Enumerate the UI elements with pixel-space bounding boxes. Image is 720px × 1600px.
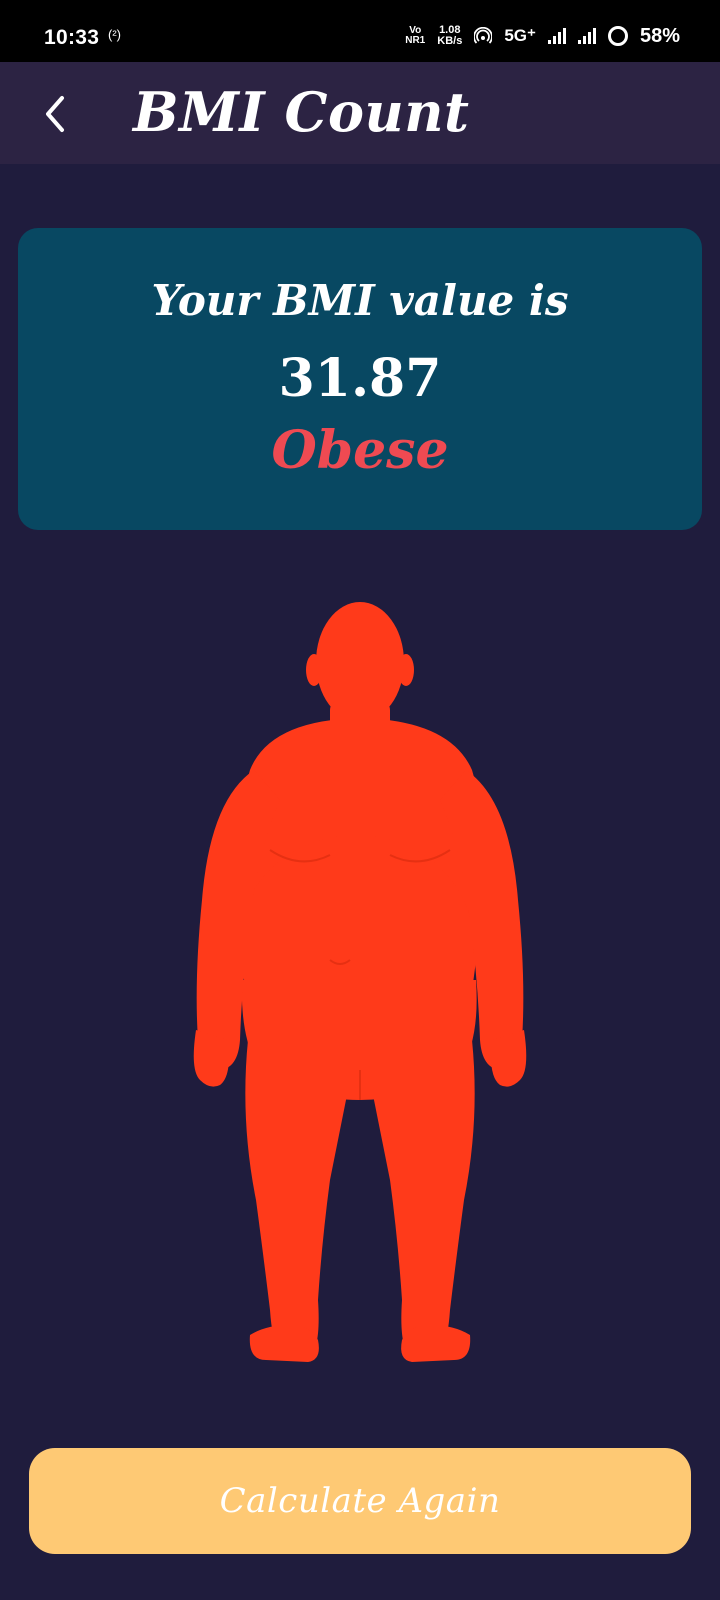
network-speed: 1.08 KB/s: [437, 25, 462, 47]
network-type: 5G⁺: [504, 26, 536, 45]
status-indicators: Vo NR1 1.08 KB/s 5G⁺ 58%: [405, 22, 680, 50]
bmi-result-screen: 10:33 (²) Vo NR1 1.08 KB/s 5G⁺ 58% BMI C…: [0, 0, 720, 1600]
status-bar: 10:33 (²) Vo NR1 1.08 KB/s 5G⁺ 58%: [0, 0, 720, 62]
bmi-result-card: Your BMI value is 31.87 Obese: [18, 228, 702, 530]
status-time: 10:33: [44, 26, 100, 49]
bmi-value: 31.87: [278, 348, 442, 409]
bmi-category: Obese: [271, 420, 449, 481]
volte-bottom: NR1: [405, 35, 426, 46]
battery-percent: 58%: [639, 24, 680, 47]
volte-indicator: Vo NR1: [405, 26, 425, 46]
bmi-result-label: Your BMI value is: [151, 276, 569, 325]
battery-icon: [607, 26, 628, 46]
back-button[interactable]: [30, 84, 90, 144]
body-figure: [180, 600, 540, 1390]
chevron-left-icon: [46, 96, 64, 132]
speed-unit: KB/s: [437, 35, 463, 47]
signal-icon-2: [577, 28, 596, 44]
page-title: BMI Count: [133, 80, 470, 144]
signal-icon: [547, 28, 566, 44]
hotspot-icon: [474, 27, 493, 44]
app-bar: BMI Count: [0, 62, 720, 164]
calculate-again-button[interactable]: Calculate Again: [29, 1448, 691, 1554]
cast-icon: (²): [108, 27, 121, 42]
body-figure-icon: [193, 602, 527, 1362]
